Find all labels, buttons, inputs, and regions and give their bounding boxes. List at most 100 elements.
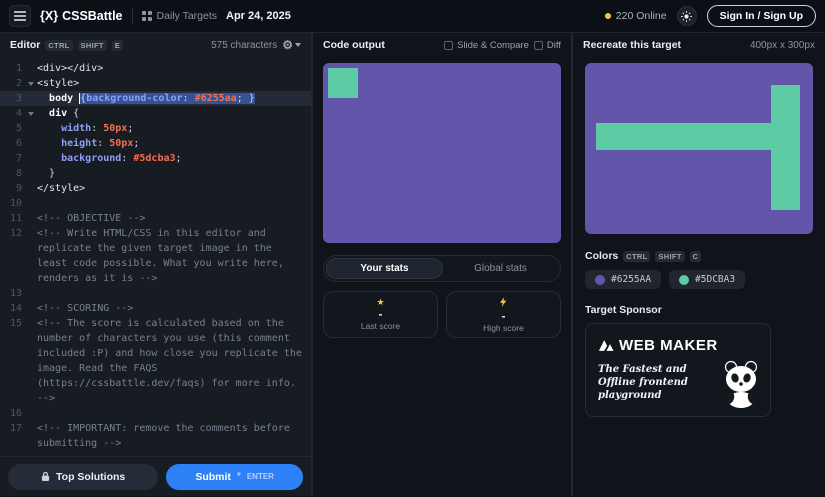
green-hex-label: #5DCBA3 [695, 274, 735, 285]
panda-illustration [718, 358, 764, 408]
main-content: Editor CTRL SHIFT E 575 characters ⚙ 1<d… [0, 33, 825, 496]
code-line[interactable]: 15<!-- The score is calculated based on … [0, 316, 311, 406]
code-line[interactable]: 6 height: 50px; [0, 136, 311, 151]
sign-in-label: Sign In / Sign Up [720, 10, 803, 22]
diff-label: Diff [547, 40, 561, 51]
code-line[interactable]: 4 div { [0, 106, 311, 121]
line-number: 6 [0, 136, 24, 151]
high-score-value: - [502, 310, 506, 322]
fold-gutter [24, 316, 37, 406]
stats-cards: ★ - Last score - High score [323, 291, 561, 338]
sign-in-button[interactable]: Sign In / Sign Up [707, 5, 816, 27]
color-chips: #6255AA #5DCBA3 [585, 270, 813, 289]
sun-icon [681, 11, 692, 22]
output-title: Code output [323, 39, 385, 51]
diff-toggle[interactable]: Diff [534, 40, 561, 51]
line-number: 14 [0, 301, 24, 316]
submit-kbd-hint: ENTER [247, 472, 274, 481]
sponsor-tagline: The Fastest and Offline frontend playgro… [598, 363, 720, 402]
grid-icon [142, 11, 152, 21]
code-line[interactable]: 13 [0, 286, 311, 301]
online-dot-icon [605, 13, 611, 19]
code-line[interactable]: 2<style> [0, 76, 311, 91]
code-line-text: body {background-color: #6255aa; } [37, 91, 311, 106]
editor-panel: Editor CTRL SHIFT E 575 characters ⚙ 1<d… [0, 33, 313, 496]
line-number: 7 [0, 151, 24, 166]
code-line-text: </style> [37, 181, 311, 196]
code-line-text [37, 406, 311, 421]
code-output-render[interactable] [323, 63, 561, 243]
current-date[interactable]: Apr 24, 2025 [226, 10, 291, 22]
code-line-text: <!-- The score is calculated based on th… [37, 316, 311, 406]
line-number: 17 [0, 421, 24, 451]
code-line[interactable]: 17 <!-- IMPORTANT: remove the comments be… [0, 421, 311, 451]
color-chip-purple[interactable]: #6255AA [585, 270, 661, 289]
chevron-down-icon [295, 43, 301, 47]
code-line-text: background: #5dcba3; [37, 151, 311, 166]
target-size: 400px x 300px [750, 40, 815, 51]
code-line[interactable]: 3 body {background-color: #6255aa; } [0, 91, 311, 106]
sponsor-card[interactable]: WEB MAKER The Fastest and Offline fronte… [585, 323, 771, 417]
code-line[interactable]: 14<!-- SCORING --> [0, 301, 311, 316]
code-lines: 1<div></div>2<style>3 body {background-c… [0, 61, 311, 451]
code-line[interactable]: 11<!-- OBJECTIVE --> [0, 211, 311, 226]
kbd-ctrl-c1: CTRL [623, 251, 650, 262]
kbd-shift: SHIFT [78, 40, 107, 51]
code-output-panel: Code output Slide & Compare Diff Your st… [313, 33, 573, 496]
code-line[interactable]: 9</style> [0, 181, 311, 196]
code-line[interactable]: 8 } [0, 166, 311, 181]
hamburger-menu-button[interactable] [9, 5, 31, 27]
colors-section: Colors CTRL SHIFT C #6255AA #5DCBA3 [573, 240, 825, 289]
fold-gutter [24, 421, 37, 451]
stats-tabs: Your stats Global stats [323, 255, 561, 282]
daily-targets-link[interactable]: Daily Targets [142, 10, 218, 22]
lock-icon [41, 471, 50, 482]
fold-chevron-icon[interactable] [24, 106, 37, 121]
code-line[interactable]: 16 [0, 406, 311, 421]
rendered-square [328, 68, 358, 98]
fold-gutter [24, 136, 37, 151]
slide-compare-toggle[interactable]: Slide & Compare [444, 40, 529, 51]
editor-footer: Top Solutions Submit * ENTER [0, 456, 311, 496]
top-solutions-button[interactable]: Top Solutions [8, 464, 158, 490]
code-line-text: <!-- IMPORTANT: remove the comments befo… [37, 421, 311, 451]
logo-brace-icon: {X} [40, 9, 58, 23]
cssbattle-app: {X} CSSBattle Daily Targets Apr 24, 2025… [0, 0, 825, 497]
diff-checkbox[interactable] [534, 41, 543, 50]
kbd-shift-c2: SHIFT [655, 251, 684, 262]
code-line[interactable]: 10 [0, 196, 311, 211]
code-line[interactable]: 12<!-- Write HTML/CSS in this editor and… [0, 226, 311, 286]
colors-label: Colors [585, 250, 618, 262]
code-line[interactable]: 1<div></div> [0, 61, 311, 76]
theme-toggle-button[interactable] [677, 6, 697, 26]
fold-chevron-icon[interactable] [24, 76, 37, 91]
target-image[interactable] [585, 63, 813, 234]
target-title: Recreate this target [583, 39, 681, 51]
fold-gutter [24, 196, 37, 211]
slide-compare-checkbox[interactable] [444, 41, 453, 50]
last-score-value: - [379, 308, 383, 320]
code-line[interactable]: 5 width: 50px; [0, 121, 311, 136]
tab-your-stats[interactable]: Your stats [326, 258, 443, 279]
line-number: 13 [0, 286, 24, 301]
fold-gutter [24, 406, 37, 421]
logo-text: CSSBattle [62, 9, 122, 23]
code-line-text: <!-- OBJECTIVE --> [37, 211, 311, 226]
navbar-right: 220 Online Sign In / Sign Up [605, 5, 816, 27]
color-chip-green[interactable]: #5DCBA3 [669, 270, 745, 289]
code-line[interactable]: 7 background: #5dcba3; [0, 151, 311, 166]
last-score-card: ★ - Last score [323, 291, 438, 338]
purple-hex-label: #6255AA [611, 274, 651, 285]
slide-compare-label: Slide & Compare [457, 40, 529, 51]
kbd-c: C [690, 251, 702, 262]
navbar: {X} CSSBattle Daily Targets Apr 24, 2025… [0, 0, 825, 33]
tab-global-stats[interactable]: Global stats [443, 258, 558, 279]
code-line-text: } [37, 166, 311, 181]
line-number: 3 [0, 91, 24, 106]
purple-swatch-icon [595, 275, 605, 285]
submit-button[interactable]: Submit * ENTER [166, 464, 303, 490]
editor-settings-button[interactable]: ⚙ [282, 39, 301, 51]
code-editor[interactable]: 1<div></div>2<style>3 body {background-c… [0, 57, 311, 456]
cssbattle-logo[interactable]: {X} CSSBattle [40, 9, 123, 23]
online-label: 220 Online [616, 10, 667, 22]
